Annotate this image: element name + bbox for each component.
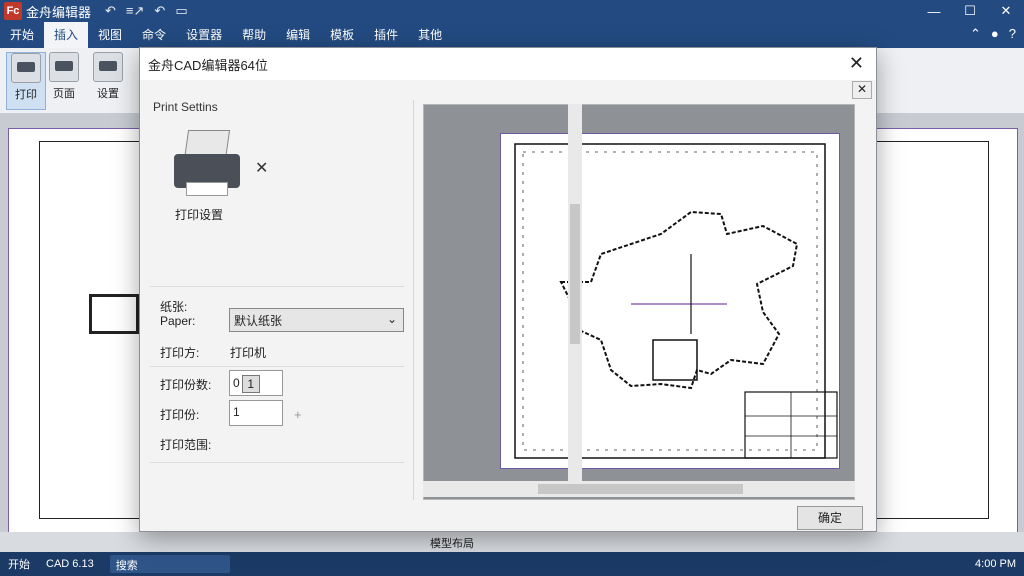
ribbon-button-label: 打印: [15, 89, 37, 101]
menu-item-command[interactable]: 命令: [132, 22, 176, 48]
drawing-detail: [89, 294, 139, 334]
quick-access-window-icon[interactable]: ▭: [175, 3, 187, 19]
quick-access-menu-icon[interactable]: ≡↗: [126, 3, 144, 19]
count-label: 打印份:: [160, 408, 200, 422]
preview-horizontal-scrollbar[interactable]: [423, 481, 855, 497]
copies-input[interactable]: 01: [229, 370, 283, 396]
dialog-title: 金舟CAD编辑器64位: [148, 57, 268, 73]
print-dialog: 金舟CAD编辑器64位 ✕ Print Settins ✕ 打印设置 纸张: P…: [139, 47, 877, 532]
printer-value: 打印机: [230, 346, 267, 360]
clock: 4:00 PM: [975, 558, 1016, 570]
ok-button[interactable]: 确定: [797, 506, 863, 530]
menu-item-other[interactable]: 其他: [408, 22, 452, 48]
ribbon-page-button[interactable]: 页面: [44, 52, 84, 110]
menu-item-template[interactable]: 模板: [320, 22, 364, 48]
status-strip: 模型布局: [0, 532, 1024, 552]
preview-drawing: [514, 143, 838, 459]
scroll-thumb[interactable]: [570, 204, 580, 344]
divider: [150, 366, 404, 367]
menu-item-settings[interactable]: 设置器: [176, 22, 232, 48]
menu-bar: 开始 插入 视图 命令 设置器 帮助 编辑 模板 插件 其他 ⌃ ● ?: [0, 22, 1024, 48]
increment-icon[interactable]: +: [294, 407, 302, 422]
help-icon[interactable]: ?: [1009, 26, 1016, 42]
count-input[interactable]: 1: [229, 400, 283, 426]
printer-name: 打印设置: [175, 208, 224, 222]
dialog-title-bar: 金舟CAD编辑器64位 ✕: [140, 48, 876, 80]
taskbar-app[interactable]: CAD 6.13: [38, 558, 102, 570]
taskbar: 开始 CAD 6.13 搜索 4:00 PM: [0, 552, 1024, 576]
layout-tab[interactable]: 模型布局: [430, 535, 474, 551]
menu-item-start[interactable]: 开始: [0, 22, 44, 48]
menu-item-help[interactable]: 帮助: [232, 22, 276, 48]
ribbon-settings-button[interactable]: 设置: [88, 52, 128, 110]
menu-item-edit[interactable]: 编辑: [276, 22, 320, 48]
ribbon-button-label: 设置: [97, 88, 119, 100]
menu-item-view[interactable]: 视图: [88, 22, 132, 48]
copies-label: 打印份数:: [160, 378, 212, 392]
close-window-button[interactable]: ✕: [988, 0, 1024, 22]
maximize-button[interactable]: ☐: [952, 0, 988, 22]
minimize-button[interactable]: —: [916, 0, 952, 22]
divider: [150, 286, 404, 287]
dialog-close-button[interactable]: ✕: [849, 53, 864, 74]
collapse-ribbon-icon[interactable]: ⌃: [970, 26, 981, 42]
chevron-down-icon: ⌄: [386, 312, 397, 326]
preview-close-button[interactable]: ✕: [852, 81, 872, 99]
printer-icon: [49, 52, 79, 82]
paper-select-value: 默认纸张: [234, 314, 283, 328]
tools-icon: [93, 52, 123, 82]
copies-prefix: 0: [233, 376, 240, 391]
print-settings-header: Print Settins: [153, 100, 218, 114]
menu-item-plugin[interactable]: 插件: [364, 22, 408, 48]
app-logo-icon: Fc: [4, 2, 22, 20]
range-label: 打印范围:: [160, 438, 212, 452]
paper-select[interactable]: 默认纸张 ⌄: [229, 308, 404, 332]
paper-label: 纸张: Paper:: [160, 300, 196, 328]
divider: [150, 462, 404, 463]
printer-remove-icon[interactable]: ✕: [255, 158, 268, 178]
printer-icon: [11, 53, 41, 83]
account-icon[interactable]: ●: [991, 26, 999, 42]
printer-icon: [170, 128, 246, 200]
print-settings-panel: Print Settins ✕ 打印设置 纸张: Paper: 默认纸张 ⌄ 打…: [150, 100, 414, 500]
taskbar-search-input[interactable]: 搜索: [109, 555, 230, 573]
quick-access-redo-icon[interactable]: ↶: [154, 3, 165, 19]
preview-vertical-scrollbar[interactable]: [568, 104, 582, 482]
taskbar-start[interactable]: 开始: [0, 556, 38, 572]
count-value: 1: [233, 405, 240, 419]
printer-label: 打印方:: [160, 346, 200, 360]
app-title: 金舟编辑器: [26, 4, 92, 20]
scroll-thumb[interactable]: [538, 484, 743, 494]
print-preview[interactable]: [423, 104, 855, 500]
copies-value[interactable]: 1: [241, 375, 260, 393]
title-bar: Fc 金舟编辑器 ↶ ≡↗ ↶ ▭ — ☐ ✕: [0, 0, 1024, 22]
preview-sheet: [500, 133, 840, 469]
ribbon-button-label: 页面: [53, 88, 75, 100]
quick-access-undo-icon[interactable]: ↶: [105, 3, 116, 19]
ribbon-print-button[interactable]: 打印: [6, 52, 46, 110]
menu-item-insert[interactable]: 插入: [44, 22, 89, 48]
